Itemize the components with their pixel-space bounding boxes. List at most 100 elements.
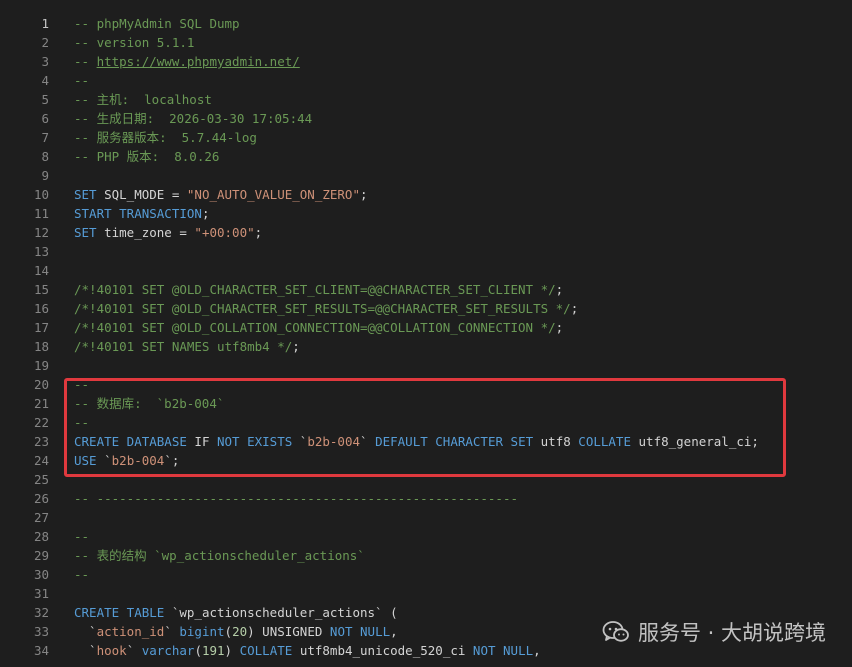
code-editor[interactable]: 1 -- phpMyAdmin SQL Dump 2 -- version 5.1.1…	[0, 0, 852, 667]
code-line[interactable]: 7 -- 服务器版本: 5.7.44-log	[0, 128, 852, 147]
code-line[interactable]: 4 --	[0, 71, 852, 90]
code-token: --	[74, 567, 90, 582]
code-token: -- 服务器版本: 5.7.44-log	[74, 130, 257, 145]
line-number: 12	[33, 225, 49, 240]
code-token: -- PHP 版本: 8.0.26	[74, 149, 220, 164]
line-number: 30	[33, 567, 49, 582]
code-token: /*!40101 SET @OLD_CHARACTER_SET_CLIENT=@…	[74, 282, 556, 297]
code-text: --	[74, 375, 89, 394]
code-token: -- version 5.1.1	[74, 35, 195, 50]
code-line[interactable]: 14	[0, 261, 852, 280]
line-number: 23	[33, 434, 49, 449]
code-token: ,	[533, 643, 541, 658]
code-line[interactable]: 9	[0, 166, 852, 185]
code-text: --	[74, 527, 89, 546]
code-token: SET	[74, 225, 97, 240]
code-token: -- 主机: localhost	[74, 92, 212, 107]
wechat-icon	[602, 620, 630, 644]
code-token: `wp_actionscheduler_actions` (	[171, 605, 398, 620]
code-text: `hook` varchar(191) COLLATE utf8mb4_unic…	[74, 641, 541, 660]
code-line[interactable]: 5 -- 主机: localhost	[0, 90, 852, 109]
code-token: CREATE DATABASE	[74, 434, 195, 449]
code-line[interactable]: 31	[0, 584, 852, 603]
code-token: ;	[570, 301, 579, 316]
code-text: CREATE TABLE `wp_actionscheduler_actions…	[74, 603, 398, 622]
code-token: USE	[74, 453, 105, 468]
line-number: 15	[33, 282, 49, 297]
code-line[interactable]: 10 SET SQL_MODE = "NO_AUTO_VALUE_ON_ZERO"…	[0, 185, 852, 204]
line-number: 17	[33, 320, 49, 335]
code-text: /*!40101 SET @OLD_COLLATION_CONNECTION=@…	[74, 318, 563, 337]
code-text: /*!40101 SET @OLD_CHARACTER_SET_CLIENT=@…	[74, 280, 563, 299]
code-line[interactable]: 18 /*!40101 SET NAMES utf8mb4 */;	[0, 337, 852, 356]
line-number: 13	[33, 244, 49, 259]
code-token: IF	[194, 434, 217, 449]
code-token[interactable]: https://www.phpmyadmin.net/	[97, 54, 300, 69]
code-text: SET SQL_MODE = "NO_AUTO_VALUE_ON_ZERO";	[74, 185, 368, 204]
code-token: "NO_AUTO_VALUE_ON_ZERO"	[186, 187, 360, 202]
code-line[interactable]: 21 -- 数据库: `b2b-004`	[0, 394, 852, 413]
code-line[interactable]: 19	[0, 356, 852, 375]
line-number: 8	[41, 149, 49, 164]
code-token: ;	[359, 187, 368, 202]
code-line[interactable]: 20 --	[0, 375, 852, 394]
code-line[interactable]: 11 START TRANSACTION;	[0, 204, 852, 223]
code-token: utf8_general_ci;	[638, 434, 759, 449]
code-token: utf8mb4_unicode_520_ci	[299, 643, 473, 658]
code-text: -- version 5.1.1	[74, 33, 194, 52]
line-number: 31	[33, 586, 49, 601]
code-token: /*!40101 SET NAMES utf8mb4 */	[74, 339, 293, 354]
code-token: --	[74, 377, 90, 392]
code-text: -- -------------------------------------…	[74, 489, 518, 508]
code-token: utf8	[540, 434, 579, 449]
code-line[interactable]: 3 -- https://www.phpmyadmin.net/	[0, 52, 852, 71]
code-text: --	[74, 565, 89, 584]
code-line[interactable]: 22 --	[0, 413, 852, 432]
code-token: `	[360, 434, 376, 449]
code-text: -- 主机: localhost	[74, 90, 212, 109]
code-line[interactable]: 6 -- 生成日期: 2026-03-30 17:05:44	[0, 109, 852, 128]
code-token: ;	[292, 339, 300, 354]
code-token: NOT EXISTS	[217, 434, 300, 449]
code-token: ;	[201, 206, 210, 221]
code-line[interactable]: 26 -- -----------------------------------…	[0, 489, 852, 508]
code-line[interactable]: 29 -- 表的结构 `wp_actionscheduler_actions`	[0, 546, 852, 565]
code-token: `	[74, 643, 97, 658]
code-line[interactable]: 24 USE `b2b-004`;	[0, 451, 852, 470]
code-token: COLLATE	[239, 643, 300, 658]
code-token: action_id	[96, 624, 165, 639]
code-line[interactable]: 13	[0, 242, 852, 261]
code-token: NOT NULL	[472, 643, 534, 658]
code-token: `	[104, 453, 112, 468]
code-line[interactable]: 2 -- version 5.1.1	[0, 33, 852, 52]
line-number: 3	[41, 54, 49, 69]
code-token: ,	[390, 624, 398, 639]
code-text: --	[74, 71, 89, 90]
code-line[interactable]: 30 --	[0, 565, 852, 584]
code-line[interactable]: 15 /*!40101 SET @OLD_CHARACTER_SET_CLIENT…	[0, 280, 852, 299]
code-text: -- 服务器版本: 5.7.44-log	[74, 128, 257, 147]
code-line[interactable]: 28 --	[0, 527, 852, 546]
code-line[interactable]: 23 CREATE DATABASE IF NOT EXISTS `b2b-004…	[0, 432, 852, 451]
code-token: -- phpMyAdmin SQL Dump	[74, 16, 240, 31]
line-number: 25	[33, 472, 49, 487]
code-line[interactable]: 8 -- PHP 版本: 8.0.26	[0, 147, 852, 166]
code-token: `	[164, 624, 180, 639]
code-token: )	[224, 643, 240, 658]
code-line[interactable]: 17 /*!40101 SET @OLD_COLLATION_CONNECTION…	[0, 318, 852, 337]
code-line[interactable]: 1 -- phpMyAdmin SQL Dump	[0, 14, 852, 33]
code-line[interactable]: 16 /*!40101 SET @OLD_CHARACTER_SET_RESULT…	[0, 299, 852, 318]
line-number: 27	[33, 510, 49, 525]
line-number: 4	[41, 73, 49, 88]
line-number: 34	[33, 643, 49, 658]
line-number: 1	[41, 16, 49, 31]
code-line[interactable]: 25	[0, 470, 852, 489]
code-text: START TRANSACTION;	[74, 204, 209, 223]
code-line[interactable]: 12 SET time_zone = "+00:00";	[0, 223, 852, 242]
code-token: SQL_MODE =	[96, 187, 187, 202]
code-line[interactable]: 27	[0, 508, 852, 527]
code-text: -- 数据库: `b2b-004`	[74, 394, 224, 413]
line-number: 14	[33, 263, 49, 278]
code-token: (	[194, 643, 202, 658]
code-text: SET time_zone = "+00:00";	[74, 223, 262, 242]
